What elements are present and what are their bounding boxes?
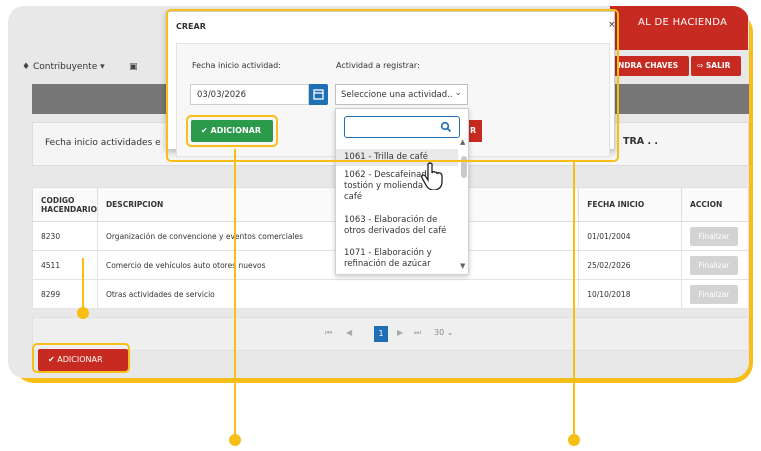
- guide-dot: [229, 434, 241, 446]
- header-accion: ACCION: [681, 187, 749, 222]
- header-fecha-inicio: FECHA INICIO: [578, 187, 683, 222]
- cell-action: Finalizar: [681, 279, 749, 309]
- cell-date: 25/02/2026: [578, 250, 683, 280]
- guide-line: [573, 162, 575, 438]
- guide-dot: [77, 307, 89, 319]
- cell-date: 01/01/2004: [578, 221, 683, 251]
- cell-date: 10/10/2018: [578, 279, 683, 309]
- finalizar-button[interactable]: Finalizar: [690, 284, 739, 304]
- scroll-down-icon[interactable]: ▼: [460, 262, 465, 270]
- menu-contribuyente[interactable]: ♦ Contribuyente ▾: [22, 62, 105, 72]
- cell-action: Finalizar: [681, 221, 749, 251]
- finalizar-button[interactable]: Finalizar: [690, 226, 739, 246]
- prev-page-icon[interactable]: ◀: [346, 328, 352, 337]
- page-size-select[interactable]: 30 ⌄: [434, 328, 453, 337]
- first-page-icon[interactable]: ⏮: [325, 328, 332, 338]
- cell-code: 4511: [32, 250, 98, 280]
- cell-action: Finalizar: [681, 250, 749, 280]
- chevron-down-icon: ⌄: [446, 328, 454, 337]
- header-codigo: CODIGO HACENDARIO: [32, 187, 98, 222]
- stage: AL DE HACIENDA ♦ Contribuyente ▾ ▣ NDRA …: [0, 0, 761, 451]
- logout-icon: ⇨: [697, 61, 706, 70]
- cell-code: 8230: [32, 221, 98, 251]
- menu-second-icon[interactable]: ▣: [129, 62, 138, 72]
- user-button[interactable]: NDRA CHAVES: [612, 56, 689, 76]
- header-banner: AL DE HACIENDA: [610, 6, 748, 50]
- caret-down-icon: ▾: [100, 62, 105, 72]
- cell-desc: Otras actividades de servicio: [96, 279, 580, 309]
- next-page-icon[interactable]: ▶: [397, 328, 403, 337]
- card-icon: ▣: [129, 62, 138, 72]
- table-row: 8299 Otras actividades de servicio 10/10…: [32, 279, 749, 309]
- last-page-icon[interactable]: ⏭: [414, 328, 421, 338]
- pagination-bar: ⏮ ◀ 1 ▶ ⏭ 30 ⌄: [32, 317, 749, 351]
- guide-line: [234, 149, 236, 438]
- bottom-add-highlight: [32, 343, 130, 373]
- hand-cursor-icon: [421, 162, 443, 190]
- cell-code: 8299: [32, 279, 98, 309]
- dropdown-option[interactable]: 1071 - Elaboración y refinación de azúca…: [336, 245, 458, 273]
- dialog-add-highlight: [186, 115, 278, 147]
- dropdown-option[interactable]: 1063 - Elaboración de otros derivados de…: [336, 212, 458, 240]
- menu-contribuyente-label: Contribuyente: [32, 62, 98, 72]
- info-right-label: TRA . .: [623, 136, 658, 147]
- current-page-button[interactable]: 1: [374, 326, 388, 342]
- person-icon: ♦: [22, 62, 31, 72]
- salir-label: SALIR: [705, 61, 731, 70]
- finalizar-button[interactable]: Finalizar: [690, 255, 739, 275]
- guide-line: [82, 258, 84, 314]
- salir-button[interactable]: ⇨ SALIR: [691, 56, 741, 76]
- guide-dot: [568, 434, 580, 446]
- page-size-value: 30: [434, 328, 445, 337]
- info-left-label: Fecha inicio actividades e: [45, 138, 161, 148]
